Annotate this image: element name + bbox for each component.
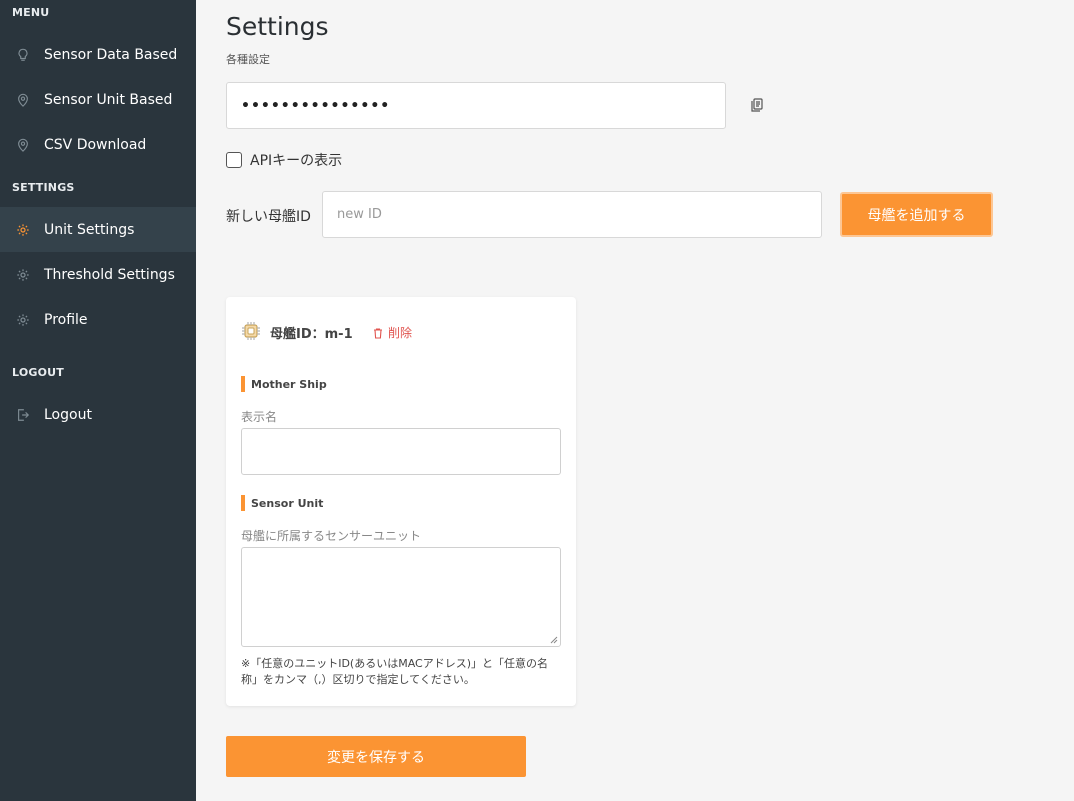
logout-section-label: LOGOUT	[12, 366, 64, 379]
mother-ship-section-heading: Mother Ship	[241, 376, 327, 392]
sensor-unit-section-heading: Sensor Unit	[241, 495, 323, 511]
save-changes-button[interactable]: 変更を保存する	[226, 736, 526, 777]
resize-handle-icon[interactable]	[550, 636, 558, 644]
show-api-key-label: APIキーの表示	[250, 153, 343, 169]
show-api-key-toggle[interactable]: APIキーの表示	[226, 150, 342, 170]
mothership-card: 母艦ID：m-1 削除 Mother Ship 表示名 Sensor Unit …	[226, 297, 576, 706]
mothership-id-title: 母艦ID：m-1	[270, 327, 353, 342]
display-name-label: 表示名	[241, 410, 278, 424]
gear-icon	[15, 312, 31, 328]
sidebar-item-label: CSV Download	[44, 136, 147, 153]
add-mothership-button[interactable]: 母艦を追加する	[840, 192, 993, 237]
gear-icon	[15, 222, 31, 238]
show-api-key-checkbox[interactable]	[226, 152, 242, 168]
copy-icon[interactable]	[748, 96, 766, 114]
sensor-units-note: ※「任意のユニットID(あるいはMACアドレス)」と「任意の名称」をカンマ（,）…	[241, 657, 549, 686]
new-id-label: 新しい母艦ID	[226, 209, 311, 225]
lightbulb-icon	[15, 47, 31, 63]
delete-label: 削除	[388, 326, 413, 340]
sidebar-item-sensor-data-based[interactable]: Sensor Data Based	[0, 32, 196, 77]
gear-icon	[15, 267, 31, 283]
chip-icon	[240, 320, 262, 342]
new-id-input[interactable]: new ID	[322, 191, 822, 238]
sidebar-item-label: Logout	[44, 406, 92, 423]
settings-section-label: SETTINGS	[12, 181, 75, 194]
sensor-units-textarea[interactable]	[241, 547, 561, 647]
sidebar: MENU Sensor Data Based Sensor Unit Based…	[0, 0, 196, 801]
sidebar-item-label: Sensor Unit Based	[44, 91, 173, 108]
trash-icon	[374, 327, 382, 339]
location-pin-icon	[15, 137, 31, 153]
menu-section-label: MENU	[12, 6, 50, 19]
page-title: Settings	[226, 12, 329, 41]
sensor-units-label: 母艦に所属するセンサーユニット	[241, 529, 422, 543]
sidebar-item-label: Profile	[44, 311, 88, 328]
sidebar-item-unit-settings[interactable]: Unit Settings	[0, 207, 196, 252]
page-subtitle: 各種設定	[226, 53, 270, 66]
api-key-field[interactable]: •••••••••••••••	[226, 82, 726, 129]
sidebar-item-label: Unit Settings	[44, 221, 135, 238]
sidebar-item-profile[interactable]: Profile	[0, 297, 196, 342]
main-content: Settings 各種設定 ••••••••••••••• APIキーの表示 新…	[196, 0, 1074, 801]
location-pin-icon	[15, 92, 31, 108]
display-name-input[interactable]	[241, 428, 561, 475]
sidebar-item-logout[interactable]: Logout	[0, 392, 196, 437]
sidebar-item-csv-download[interactable]: CSV Download	[0, 122, 196, 167]
sidebar-item-label: Sensor Data Based	[44, 46, 178, 63]
sidebar-item-label: Threshold Settings	[44, 266, 175, 283]
logout-icon	[15, 407, 31, 423]
sidebar-item-sensor-unit-based[interactable]: Sensor Unit Based	[0, 77, 196, 122]
delete-button[interactable]: 削除	[372, 324, 412, 341]
sidebar-item-threshold-settings[interactable]: Threshold Settings	[0, 252, 196, 297]
